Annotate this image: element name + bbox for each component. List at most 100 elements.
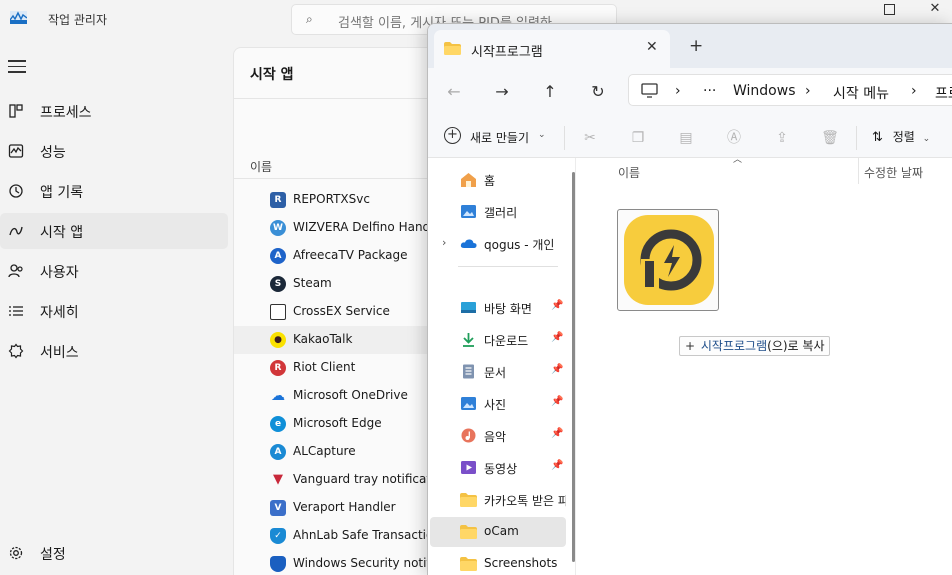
folder-icon (444, 42, 461, 55)
veraport-icon: V (270, 500, 286, 516)
riot-icon: R (270, 360, 286, 376)
edge-icon: e (270, 416, 286, 432)
breadcrumb-start-menu[interactable]: 시작 메뉴 (833, 83, 889, 103)
nav-item-startup-apps[interactable]: 시작 앱 (0, 213, 228, 249)
up-button[interactable]: ↑ (540, 82, 560, 102)
file-list-pane[interactable]: ︿ 이름 수정한 날짜 + 시작프로그램(으)로 복사 (577, 155, 952, 575)
sort-button[interactable]: ⇅ 정렬 ⌄ (872, 128, 930, 148)
sidebar-item-onedrive[interactable]: › qogus - 개인 (430, 229, 566, 259)
breadcrumb-windows[interactable]: Windows (733, 83, 796, 99)
onedrive-icon (460, 239, 477, 248)
window-icon (270, 304, 286, 320)
share-icon[interactable]: ⇪ (772, 128, 792, 148)
sidebar-separator (458, 266, 558, 267)
sidebar-item-videos[interactable]: 동영상 📌 (430, 453, 566, 483)
search-icon: ⌕ (306, 12, 313, 26)
vanguard-icon: ▼ (273, 472, 283, 487)
copy-icon[interactable]: ❐ (628, 128, 648, 148)
reportx-icon: R (270, 192, 286, 208)
gear-icon (9, 546, 23, 560)
windows-security-shield-icon (270, 556, 286, 572)
sidebar-item-gallery[interactable]: 갤러리 (430, 197, 566, 227)
breadcrumb-separator: › (805, 83, 811, 99)
nav-item-settings[interactable]: 설정 (0, 535, 228, 571)
new-tab-button[interactable]: + (689, 36, 703, 56)
pictures-icon (461, 397, 476, 410)
nav-item-users[interactable]: 사용자 (0, 253, 228, 289)
sidebar-item-screenshots[interactable]: Screenshots (430, 549, 566, 575)
rename-icon[interactable]: Ⓐ (724, 128, 744, 148)
nav-item-performance[interactable]: 성능 (0, 133, 228, 169)
breadcrumb-overflow[interactable]: ··· (703, 83, 716, 99)
onedrive-icon: ☁ (271, 388, 285, 404)
forward-button[interactable]: → (492, 82, 512, 102)
home-icon (461, 173, 476, 187)
kakaotalk-icon: ● (270, 332, 286, 348)
desktop-icon (461, 302, 476, 313)
column-header-name[interactable]: 이름 (618, 164, 640, 181)
afreecatv-icon: A (270, 248, 286, 264)
wizvera-icon: W (270, 220, 286, 236)
sidebar-scrollbar[interactable] (572, 172, 575, 562)
ahnlab-shield-icon: ✓ (270, 528, 286, 544)
sidebar-item-music[interactable]: 음악 📌 (430, 421, 566, 451)
back-button[interactable]: ← (444, 82, 464, 102)
chevron-down-icon: ⌄ (922, 134, 931, 144)
column-divider[interactable] (858, 158, 859, 184)
address-bar-row: ← → ↑ ↻ › ··· Windows › 시작 메뉴 › 프로 (428, 68, 952, 118)
dragged-app-icon[interactable] (617, 209, 719, 311)
sidebar-item-home[interactable]: 홈 (430, 165, 566, 195)
chevron-right-icon[interactable]: › (442, 236, 446, 249)
sidebar-item-pictures[interactable]: 사진 📌 (430, 389, 566, 419)
paste-icon[interactable]: ▤ (676, 128, 696, 148)
download-icon (463, 333, 474, 347)
file-explorer-window: 시작프로그램 ✕ + ← → ↑ ↻ › ··· Windows › 시작 메뉴… (427, 23, 952, 575)
chevron-down-icon: ⌄ (538, 130, 546, 140)
pin-icon[interactable]: 📌 (551, 300, 563, 311)
explorer-tab[interactable]: 시작프로그램 ✕ (434, 30, 670, 68)
music-icon (461, 428, 476, 443)
breadcrumb-programs[interactable]: 프로 (935, 83, 952, 103)
delete-icon[interactable]: 🗑 (820, 128, 840, 148)
close-tab-icon[interactable]: ✕ (646, 39, 658, 55)
column-header-date[interactable]: 수정한 날짜 (864, 164, 923, 181)
folder-icon (460, 493, 477, 507)
cut-icon[interactable]: ✂ (580, 128, 600, 148)
processes-icon (9, 104, 23, 118)
pin-icon[interactable]: 📌 (551, 364, 563, 375)
pin-icon[interactable]: 📌 (551, 332, 563, 343)
refresh-button[interactable]: ↻ (588, 82, 608, 102)
sidebar-item-documents[interactable]: 문서 📌 (430, 357, 566, 387)
steam-icon: S (270, 276, 286, 292)
toolbar-divider (856, 126, 857, 150)
performance-icon (8, 144, 24, 158)
tab-title: 시작프로그램 (471, 45, 543, 60)
add-icon: + (444, 127, 461, 144)
sidebar-item-downloads[interactable]: 다운로드 📌 (430, 325, 566, 355)
ldplayer-icon (624, 215, 714, 305)
history-icon (9, 184, 23, 198)
navigation-pane: 홈 갤러리 › qogus - 개인 바탕 화면 📌 다운로드 📌 문서 📌 사… (428, 158, 576, 575)
documents-icon (463, 364, 474, 379)
pin-icon[interactable]: 📌 (551, 428, 563, 439)
breadcrumb-separator: › (675, 83, 681, 99)
close-icon: ✕ (929, 1, 941, 16)
nav-item-details[interactable]: 자세히 (0, 293, 228, 329)
address-bar[interactable]: › ··· Windows › 시작 메뉴 › 프로 (628, 74, 952, 106)
alcapture-icon: A (270, 444, 286, 460)
sidebar-item-ocam[interactable]: oCam (430, 517, 566, 547)
nav-item-app-history[interactable]: 앱 기록 (0, 173, 228, 209)
task-manager-logo-icon (10, 11, 27, 24)
column-header-name[interactable]: 이름 (250, 158, 272, 175)
nav-item-processes[interactable]: 프로세스 (0, 93, 228, 129)
toolbar-divider (564, 126, 565, 150)
sort-icon: ⇅ (872, 130, 883, 145)
sidebar-item-kakaotalk-files[interactable]: 카카오톡 받은 파일 (430, 485, 566, 515)
pin-icon[interactable]: 📌 (551, 460, 563, 471)
hamburger-menu-button[interactable] (8, 60, 26, 74)
sidebar-item-desktop[interactable]: 바탕 화면 📌 (430, 293, 566, 323)
folder-icon (460, 557, 477, 571)
pin-icon[interactable]: 📌 (551, 396, 563, 407)
monitor-icon (641, 83, 658, 98)
nav-item-services[interactable]: 서비스 (0, 333, 228, 369)
